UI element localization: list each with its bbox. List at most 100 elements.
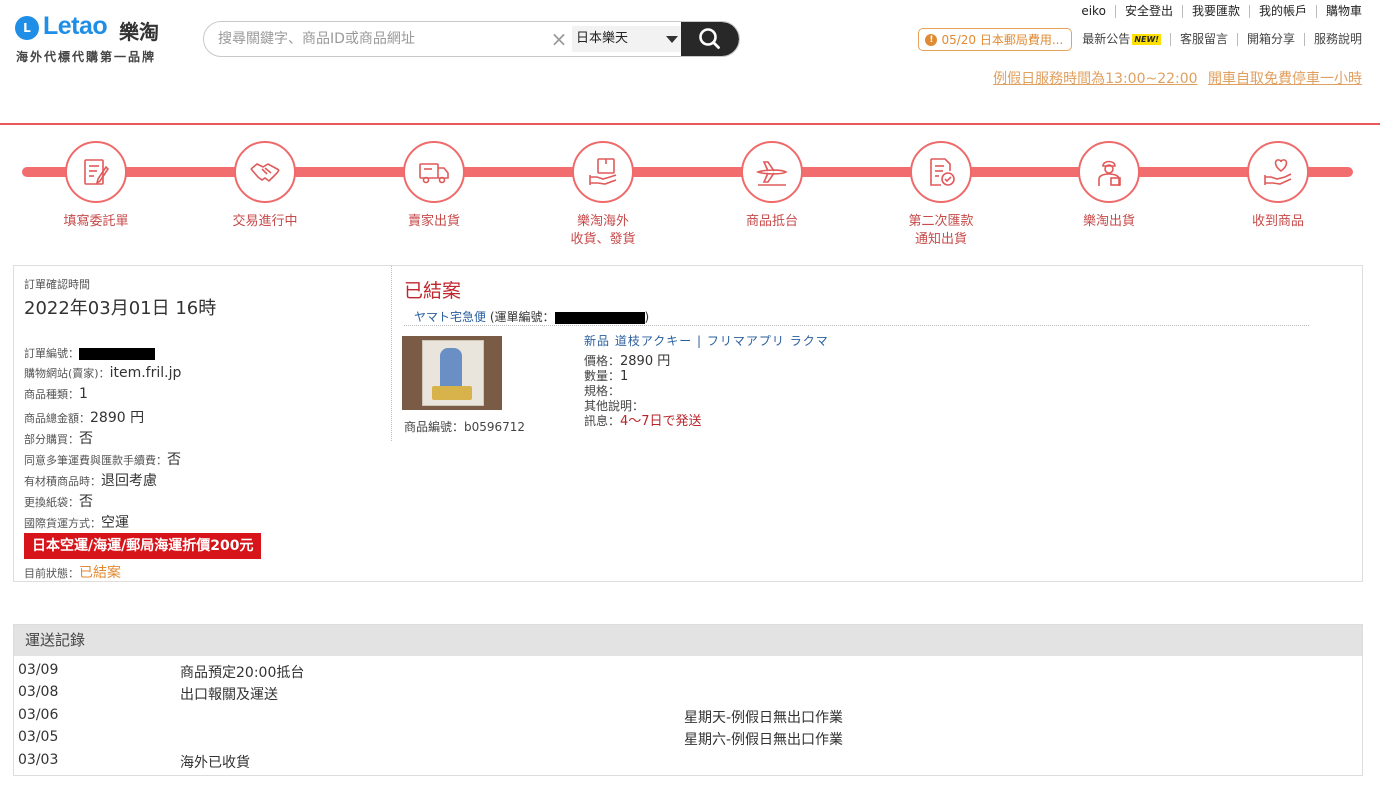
search-button[interactable] xyxy=(681,22,739,56)
spec-row: 規格： xyxy=(584,384,829,399)
price-row: 價格：2890 円 xyxy=(584,354,829,369)
item-count-row: 商品種類：1 xyxy=(24,386,88,402)
shipping-method-row: 國際貨運方式：空運 xyxy=(24,512,129,532)
product-name-link[interactable]: 新品 道枝アクキー | フリマアプリ ラクマ xyxy=(584,334,829,349)
carrier-link[interactable]: ヤマト宅急便 xyxy=(414,310,486,324)
log-date: 03/08 xyxy=(18,684,59,700)
shipping-log-row: 03/08 出口報關及運送 xyxy=(14,682,1362,704)
user-name-link[interactable]: eiko xyxy=(1072,5,1115,18)
order-number-redacted xyxy=(79,347,155,360)
step-label: 商品抵台 xyxy=(745,214,798,229)
search-icon xyxy=(699,28,720,49)
total-row: 商品總金額：2890 円 xyxy=(24,407,144,427)
site-label: 購物網站(賣家)： xyxy=(24,367,110,380)
service-hours-link[interactable]: 例假日服務時間為13:00~22:00 xyxy=(993,71,1197,87)
column-divider xyxy=(391,266,392,441)
status-row: 目前狀態：已結案 xyxy=(24,562,121,582)
service-hours-row: 例假日服務時間為13:00~22:00 開車自取免費停車一小時 xyxy=(987,68,1362,88)
order-number-row: 訂單編號： xyxy=(24,345,155,361)
oos-label: 有材積商品時： xyxy=(24,475,101,488)
status-value: 已結案 xyxy=(79,565,121,581)
search-input[interactable] xyxy=(204,22,544,56)
step-4: 樂淘海外 收貨、發貨 xyxy=(533,141,673,249)
site-logo[interactable]: L Letao 樂淘 海外代標代購第一品牌 xyxy=(15,12,185,66)
order-number-label: 訂單編號： xyxy=(24,347,79,360)
log-date: 03/03 xyxy=(18,752,59,768)
qty-value: 1 xyxy=(620,369,629,384)
alert-icon: ! xyxy=(925,33,938,46)
logo-word: Letao xyxy=(43,12,108,40)
partial-row: 部分購買：否 xyxy=(24,428,93,448)
my-account-link[interactable]: 我的帳戶 xyxy=(1248,5,1316,18)
qty-label: 數量： xyxy=(584,369,621,383)
product-id: 商品編號：b0596712 xyxy=(404,420,526,434)
step-6: 第二次匯款 通知出貨 xyxy=(871,141,1011,249)
step-label: 交易進行中 xyxy=(232,214,298,229)
message-value: 4～7日で発送 xyxy=(620,414,702,429)
product-info: 新品 道枝アクキー | フリマアプリ ラクマ 價格：2890 円 數量：1 規格… xyxy=(584,334,829,429)
header-divider xyxy=(0,123,1380,125)
tracking-close: ) xyxy=(644,310,650,324)
order-summary: 訂單確認時間 2022年03月01日 16時 訂單編號： 購物網站(賣家)：it… xyxy=(24,276,384,581)
notice-pill[interactable]: ! 05/20 日本郵局費用... xyxy=(918,28,1073,51)
notice-row: ! 05/20 日本郵局費用... 最新公告 NEW! 客服留言 開箱分享 服務說… xyxy=(918,28,1362,51)
tracking-number-redacted xyxy=(554,311,645,324)
logo-chinese: 樂淘 xyxy=(119,20,159,44)
step-8: 收到商品 xyxy=(1208,141,1348,231)
bag-label: 更換紙袋： xyxy=(24,496,79,509)
clear-icon[interactable]: × xyxy=(548,26,570,52)
other-label: 其他說明： xyxy=(584,399,645,413)
latest-news-link[interactable]: 最新公告 NEW! xyxy=(1082,33,1170,46)
log-note: 星期六-例假日無出口作業 xyxy=(684,732,844,748)
step-label: 賣家出貨 xyxy=(407,214,460,229)
oos-value: 退回考慮 xyxy=(101,473,157,489)
site-select[interactable]: 日本樂天 xyxy=(572,26,682,52)
step-label: 收到商品 xyxy=(1251,214,1304,229)
status-label: 目前狀態： xyxy=(24,567,79,580)
message-row: 訊息：4～7日で発送 xyxy=(584,414,829,429)
total-value: 2890 円 xyxy=(90,410,145,426)
shipping-discount-banner[interactable]: 日本空運/海運/郵局海運折價200元 xyxy=(24,533,262,559)
customer-message-link[interactable]: 客服留言 xyxy=(1169,33,1237,46)
step-2: 交易進行中 xyxy=(195,141,335,231)
unboxing-share-link[interactable]: 開箱分享 xyxy=(1236,33,1304,46)
site-select-value: 日本樂天 xyxy=(576,31,629,46)
cart-link[interactable]: 購物車 xyxy=(1315,5,1362,18)
shipping-log-panel: 運送記錄 03/09 商品預定20:00抵台 03/08 出口報關及運送 03/… xyxy=(13,624,1363,776)
price-value: 2890 円 xyxy=(620,354,671,369)
handshake-icon xyxy=(250,163,280,183)
site-row: 購物網站(賣家)：item.fril.jp xyxy=(24,365,181,381)
product-thumbnail[interactable] xyxy=(402,336,502,410)
multi-fee-label: 同意多筆運費與匯款手續費： xyxy=(24,454,167,467)
log-date: 03/06 xyxy=(18,707,59,723)
new-badge: NEW! xyxy=(1132,34,1161,45)
form-icon xyxy=(84,159,110,185)
notice-text: 05/20 日本郵局費用... xyxy=(941,33,1064,47)
log-event: 海外已收貨 xyxy=(180,755,250,771)
oos-row: 有材積商品時：退回考慮 xyxy=(24,470,157,490)
confirm-time-label: 訂單確認時間 xyxy=(24,278,90,291)
item-count-label: 商品種類： xyxy=(24,388,79,401)
remit-link[interactable]: 我要匯款 xyxy=(1181,5,1249,18)
step-7: 樂淘出貨 xyxy=(1039,141,1179,231)
shipping-log-row: 03/03 海外已收貨 xyxy=(14,750,1362,772)
order-status-title: 已結案 xyxy=(404,280,462,302)
parking-link[interactable]: 開車自取免費停車一小時 xyxy=(1208,71,1362,87)
other-row: 其他說明： xyxy=(584,399,829,414)
total-label: 商品總金額： xyxy=(24,412,90,425)
multi-fee-row: 同意多筆運費與匯款手續費：否 xyxy=(24,449,181,469)
courier-icon xyxy=(1098,160,1121,186)
partial-value: 否 xyxy=(79,431,93,447)
heart-hand-icon xyxy=(1264,159,1292,185)
order-detail: 已結案 ヤマト宅急便 (運單編號：) 商品編號：b0596712 新品 道枝アク… xyxy=(402,276,1334,434)
price-label: 價格： xyxy=(584,354,621,368)
service-info-link[interactable]: 服務說明 xyxy=(1303,33,1362,46)
spec-label: 規格： xyxy=(584,384,621,398)
logout-link[interactable]: 安全登出 xyxy=(1114,5,1182,18)
log-event: 商品預定20:00抵台 xyxy=(180,665,305,681)
step-1: 填寫委託單 xyxy=(26,141,166,231)
shipping-log-title: 運送記錄 xyxy=(14,625,1362,656)
detail-divider xyxy=(404,325,1309,326)
shipping-log-row: 03/05 星期六-例假日無出口作業 xyxy=(14,727,1362,749)
search-bar: × 日本樂天 xyxy=(203,21,740,57)
